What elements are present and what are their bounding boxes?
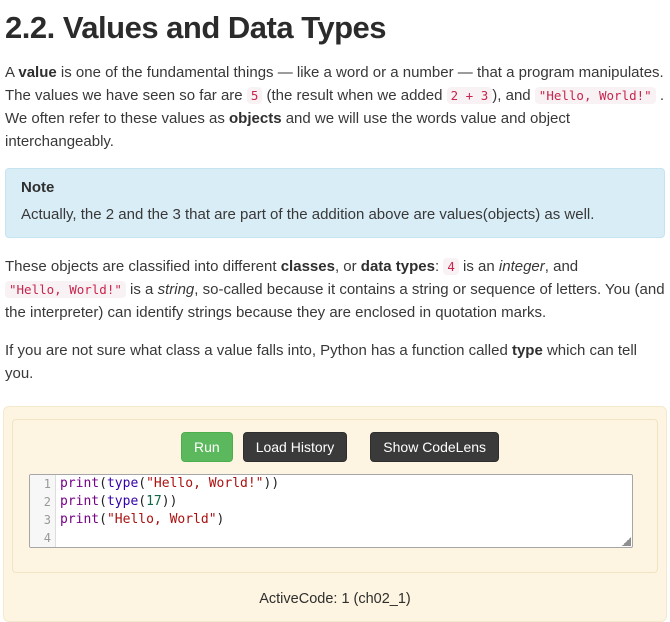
note-body: Actually, the 2 and the 3 that are part … [21,204,649,226]
activecode-toolbar: Run Load History Show CodeLens [181,432,657,462]
activecode-container: Run Load History Show CodeLens 1print(ty… [3,406,667,622]
code-line[interactable]: 3print("Hello, World") [30,511,632,529]
inline-code: "Hello, World!" [5,281,126,298]
code-text: print(type(17)) [56,493,177,511]
activecode-section: Run Load History Show CodeLens 1print(ty… [12,419,658,573]
line-number: 1 [30,475,56,493]
code-line[interactable]: 2print(type(17)) [30,493,632,511]
note-admonition: Note Actually, the 2 and the 3 that are … [5,168,665,238]
page-title: 2.2. Values and Data Types [5,10,665,46]
code-editor[interactable]: 1print(type("Hello, World!"))2print(type… [29,474,633,548]
activecode-caption: ActiveCode: 1 (ch02_1) [12,573,658,609]
code-lines: 1print(type("Hello, World!"))2print(type… [30,475,632,547]
inline-code: 4 [443,258,459,275]
code-text [56,529,60,547]
type-function-paragraph: If you are not sure what class a value f… [5,339,665,385]
line-number: 3 [30,511,56,529]
line-number: 2 [30,493,56,511]
code-line[interactable]: 1print(type("Hello, World!")) [30,475,632,493]
code-line[interactable]: 4 [30,529,632,547]
inline-code: 2 + 3 [447,87,493,104]
show-codelens-button[interactable]: Show CodeLens [370,432,499,462]
note-title: Note [21,179,649,196]
intro-paragraph: A value is one of the fundamental things… [5,61,665,153]
inline-code: "Hello, World!" [535,87,656,104]
classes-paragraph: These objects are classified into differ… [5,255,665,324]
code-text: print("Hello, World") [56,511,224,529]
load-history-button[interactable]: Load History [243,432,348,462]
code-text: print(type("Hello, World!")) [56,475,279,493]
line-number: 4 [30,529,56,547]
run-button[interactable]: Run [181,432,233,462]
inline-code: 5 [247,87,263,104]
resize-handle-icon[interactable] [621,536,631,546]
